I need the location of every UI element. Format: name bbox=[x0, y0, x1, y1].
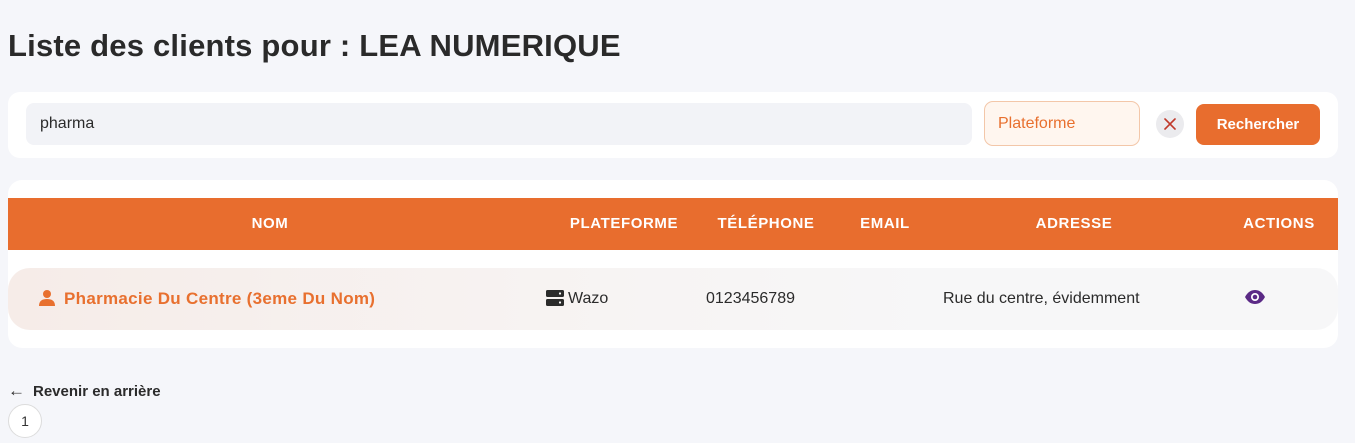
search-button[interactable]: Rechercher bbox=[1196, 104, 1320, 145]
back-link[interactable]: ← Revenir en arrière bbox=[8, 381, 161, 401]
search-input[interactable] bbox=[26, 103, 972, 145]
header-actions: ACTIONS bbox=[1243, 215, 1315, 232]
person-icon bbox=[39, 290, 55, 306]
eye-icon[interactable] bbox=[1244, 289, 1266, 305]
client-address: Rue du centre, évidemment bbox=[943, 290, 1140, 307]
header-email: EMAIL bbox=[860, 215, 910, 232]
server-icon bbox=[546, 290, 564, 306]
header-platform: PLATEFORME bbox=[569, 215, 679, 232]
arrow-left-icon: ← bbox=[8, 381, 25, 400]
client-name-link[interactable]: Pharmacie Du Centre (3eme Du Nom) bbox=[64, 268, 375, 330]
client-phone: 0123456789 bbox=[706, 290, 795, 307]
header-name: NOM bbox=[251, 215, 289, 232]
back-link-label: Revenir en arrière bbox=[33, 382, 161, 400]
table-header: NOM PLATEFORME TÉLÉPHONE EMAIL ADRESSE A… bbox=[8, 198, 1338, 250]
close-icon bbox=[1164, 118, 1176, 130]
header-phone: TÉLÉPHONE bbox=[717, 215, 815, 232]
search-bar: Plateforme Rechercher bbox=[8, 92, 1338, 158]
clients-table: NOM PLATEFORME TÉLÉPHONE EMAIL ADRESSE A… bbox=[8, 180, 1338, 348]
page-title: Liste des clients pour : LEA NUMERIQUE bbox=[8, 28, 621, 63]
header-address: ADRESSE bbox=[1035, 215, 1113, 232]
table-row: Pharmacie Du Centre (3eme Du Nom) Wazo 0… bbox=[8, 268, 1338, 330]
clear-search-button[interactable] bbox=[1156, 110, 1184, 138]
pagination-page-1[interactable]: 1 bbox=[8, 404, 42, 438]
client-platform: Wazo bbox=[568, 290, 609, 307]
platform-select[interactable]: Plateforme bbox=[984, 101, 1140, 146]
